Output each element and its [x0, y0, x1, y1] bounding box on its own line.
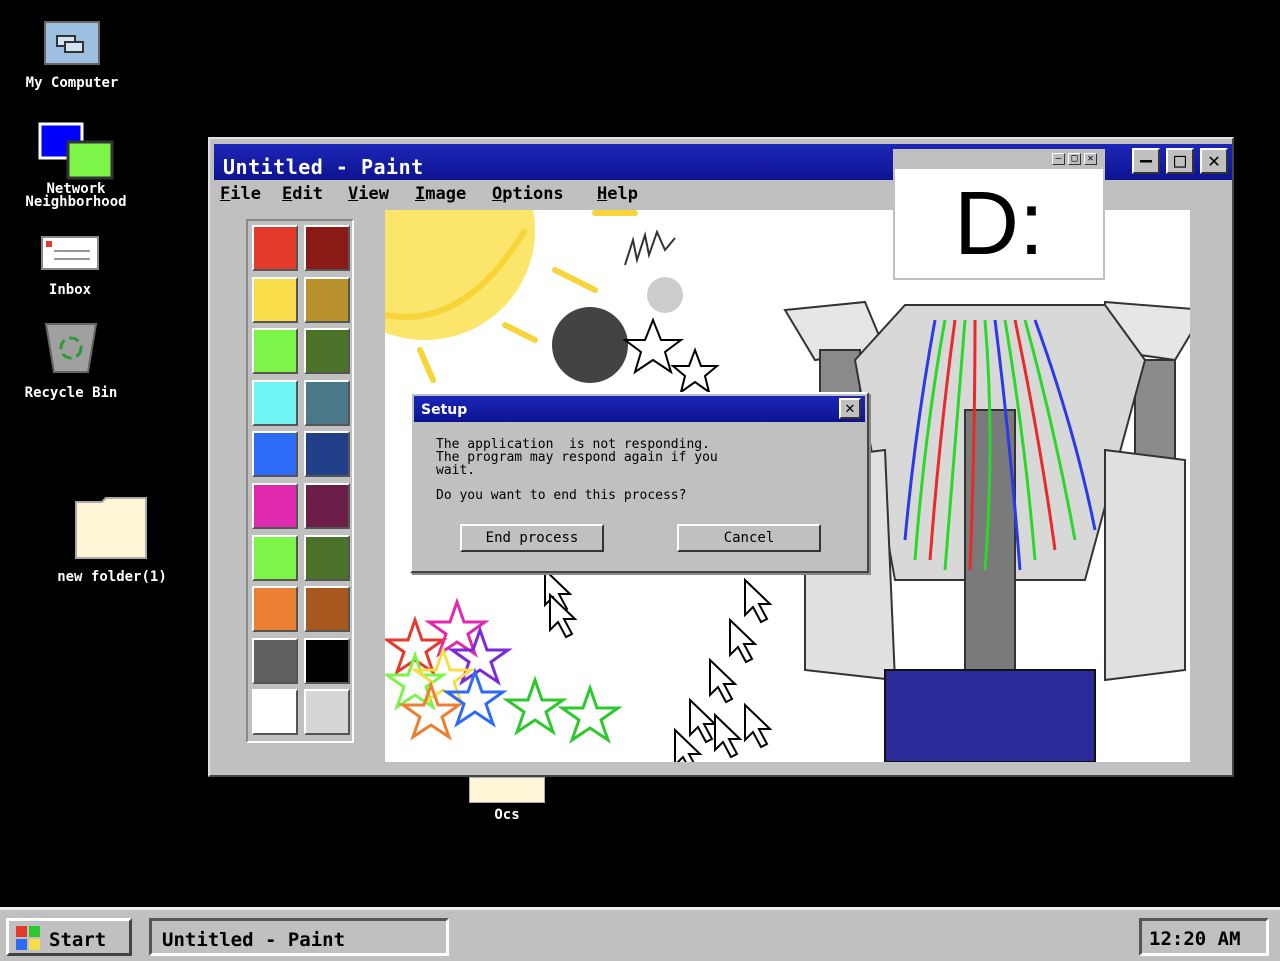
- close-button[interactable]: ✕: [1200, 148, 1228, 174]
- color-swatch[interactable]: [252, 483, 298, 529]
- color-palette: [246, 219, 354, 743]
- windows-logo-icon: [16, 926, 40, 950]
- taskbar-item-label: Untitled - Paint: [162, 929, 346, 951]
- desktop-icon-label: Ocs: [494, 807, 520, 823]
- color-swatch[interactable]: [252, 534, 298, 581]
- desktop-icon-label: My Computer: [25, 75, 119, 91]
- desktop-icon-ocs[interactable]: Ocs: [466, 777, 548, 822]
- menu-help[interactable]: Help: [597, 184, 638, 204]
- setup-dialog[interactable]: Setup ✕ The application is not respondin…: [410, 392, 869, 573]
- color-swatch[interactable]: [304, 328, 350, 375]
- desktop-icon-label: new folder(1): [57, 569, 167, 585]
- color-swatch[interactable]: [252, 328, 298, 375]
- dialog-close-button[interactable]: ✕: [839, 398, 861, 419]
- desktop-icon-network-neighborhood[interactable]: Network Neighborhood: [8, 122, 144, 209]
- minimize-button[interactable]: –: [1132, 148, 1160, 174]
- d-window-maximize-button[interactable]: □: [1068, 153, 1081, 165]
- color-swatch[interactable]: [304, 637, 350, 684]
- taskbar: Start Untitled - Paint 12:20 AM: [0, 907, 1280, 961]
- d-window-close-button[interactable]: ✕: [1084, 153, 1097, 165]
- dialog-title: Setup: [421, 402, 468, 418]
- color-swatch[interactable]: [304, 534, 350, 581]
- menu-view[interactable]: View: [348, 184, 389, 204]
- menu-image[interactable]: Image: [415, 184, 466, 204]
- d-drive-label: D:: [954, 174, 1044, 274]
- color-swatch[interactable]: [304, 225, 350, 271]
- start-label: Start: [49, 929, 107, 951]
- maximize-button[interactable]: □: [1166, 148, 1194, 174]
- desktop-icon-inbox[interactable]: Inbox: [10, 235, 130, 297]
- window-title: Untitled - Paint: [223, 155, 424, 179]
- recycle-bin-icon: [44, 323, 98, 373]
- menu-options[interactable]: Options: [492, 184, 564, 204]
- color-swatch[interactable]: [252, 431, 298, 478]
- d-drive-window[interactable]: – □ ✕ D:: [893, 149, 1105, 280]
- clock-time: 12:20 AM: [1149, 928, 1241, 950]
- color-swatch[interactable]: [252, 689, 298, 736]
- color-swatch[interactable]: [252, 276, 298, 323]
- end-process-button[interactable]: End process: [460, 524, 604, 552]
- my-computer-icon: [44, 21, 100, 65]
- folder-icon: [75, 497, 147, 559]
- dialog-title-bar[interactable]: Setup ✕: [414, 396, 865, 422]
- color-swatch[interactable]: [252, 586, 298, 633]
- network-icon: [38, 122, 114, 180]
- color-swatch[interactable]: [252, 637, 298, 684]
- desktop-icon-my-computer[interactable]: My Computer: [10, 20, 134, 90]
- dialog-question: Do you want to end this process?: [436, 488, 687, 503]
- taskbar-item-paint[interactable]: Untitled - Paint: [149, 918, 449, 956]
- color-swatch[interactable]: [304, 431, 350, 478]
- d-window-minimize-button[interactable]: –: [1052, 153, 1065, 165]
- menu-file[interactable]: File: [220, 184, 261, 204]
- desktop-icon-label: Inbox: [48, 282, 92, 298]
- color-swatch[interactable]: [304, 276, 350, 323]
- color-swatch[interactable]: [304, 689, 350, 736]
- desktop-icon-new-folder[interactable]: new folder(1): [36, 494, 188, 584]
- menu-edit[interactable]: Edit: [282, 184, 323, 204]
- color-swatch[interactable]: [252, 379, 298, 426]
- dialog-message: The application is not responding. The p…: [436, 437, 718, 478]
- desktop-icon-label: Recycle Bin: [24, 385, 118, 401]
- color-swatch[interactable]: [304, 483, 350, 529]
- inbox-icon: [41, 236, 99, 270]
- cancel-button[interactable]: Cancel: [677, 524, 821, 552]
- system-clock: 12:20 AM: [1139, 918, 1269, 956]
- color-swatch[interactable]: [304, 586, 350, 633]
- color-swatch[interactable]: [304, 379, 350, 426]
- folder-icon: [469, 777, 545, 803]
- color-swatch[interactable]: [252, 225, 298, 271]
- desktop-icon-label: Network Neighborhood: [25, 181, 127, 210]
- start-button[interactable]: Start: [6, 918, 132, 956]
- desktop-icon-recycle-bin[interactable]: Recycle Bin: [8, 322, 134, 400]
